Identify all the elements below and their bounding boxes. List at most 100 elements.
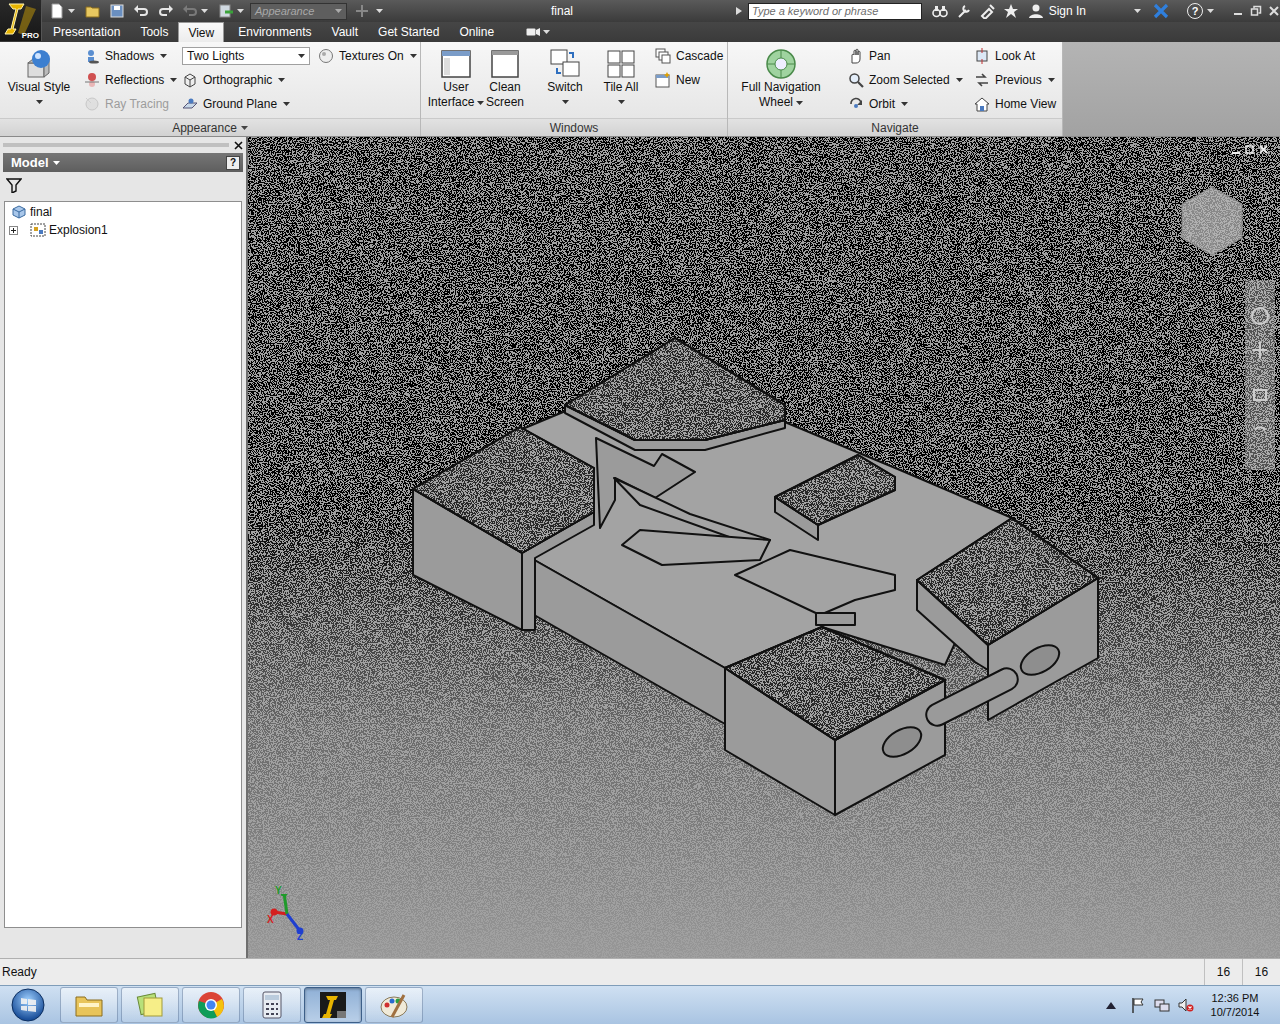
dropdown-arrow-icon[interactable] <box>283 102 290 106</box>
ribbon-large-button[interactable]: Full NavigationWheel <box>731 42 831 110</box>
paint-icon[interactable] <box>378 989 410 1021</box>
network-icon[interactable] <box>1154 997 1170 1013</box>
ribbon-large-button[interactable]: Tile All <box>593 42 649 110</box>
home-view-icon[interactable] <box>974 96 990 112</box>
panel-title[interactable]: Appearance <box>0 118 420 136</box>
ribbon-button-label[interactable]: Orbit <box>869 97 895 111</box>
undo-icon[interactable] <box>133 3 149 19</box>
appearance-combo[interactable]: Appearance <box>250 3 347 20</box>
dropdown-arrow-icon[interactable] <box>237 9 244 13</box>
dropdown-arrow-icon[interactable] <box>543 30 550 34</box>
ribbon-small-button[interactable]: New <box>655 68 727 92</box>
ribbon-button-label[interactable]: Interface <box>428 95 475 110</box>
ribbon-button-label[interactable]: Tile All <box>604 80 639 95</box>
browser-header[interactable]: Model? <box>3 153 243 172</box>
ribbon-small-button[interactable]: Look At <box>974 44 1062 68</box>
close-panel-icon[interactable] <box>234 141 243 150</box>
close-icon[interactable] <box>1268 5 1280 17</box>
lighting-combo[interactable]: Two Lights <box>182 44 316 68</box>
ribbon-button-label[interactable]: Pan <box>869 49 890 63</box>
ribbon-tab[interactable]: Environments <box>228 22 321 42</box>
ribbon-button-label[interactable]: Previous <box>995 73 1042 87</box>
dropdown-arrow-icon[interactable] <box>335 9 342 13</box>
ribbon-large-button[interactable]: CleanScreen <box>483 42 527 110</box>
graphics-viewport[interactable]: XYZ <box>246 137 1280 958</box>
ribbon-display-toggle[interactable] <box>526 22 550 42</box>
sign-in-link[interactable]: Sign In <box>1049 4 1086 18</box>
ribbon-button-label[interactable]: Ground Plane <box>203 97 277 111</box>
expand-toggle-icon[interactable] <box>9 226 18 235</box>
new-file-icon[interactable] <box>49 3 65 19</box>
ribbon-large-button[interactable]: Switch <box>537 42 593 110</box>
taskbar-button[interactable] <box>243 987 301 1023</box>
ribbon-small-button[interactable]: Home View <box>974 92 1062 116</box>
new-window-icon[interactable] <box>655 72 671 88</box>
volume-muted-icon[interactable] <box>1178 997 1194 1013</box>
wrench-icon[interactable] <box>956 3 972 19</box>
dropdown-arrow-icon[interactable] <box>53 161 60 165</box>
ribbon-button-label[interactable]: Orthographic <box>203 73 272 87</box>
dropdown-arrow-icon[interactable] <box>618 100 625 104</box>
combo-box[interactable]: Two Lights <box>182 47 310 65</box>
dropdown-arrow-icon[interactable] <box>562 100 569 104</box>
ribbon-tab[interactable]: View <box>178 22 224 42</box>
dropdown-arrow-icon[interactable] <box>1048 78 1055 82</box>
clock-date[interactable]: 10/7/2014 <box>1211 1005 1260 1019</box>
restore-icon[interactable] <box>1250 5 1262 17</box>
clock-time[interactable]: 12:36 PM <box>1211 991 1258 1005</box>
dropdown-arrow-icon[interactable] <box>477 101 484 105</box>
tree-node[interactable]: final <box>5 203 241 221</box>
dropdown-arrow-icon[interactable] <box>298 54 305 58</box>
dropdown-arrow-icon[interactable] <box>36 100 43 104</box>
ribbon-small-button[interactable]: Orbit <box>848 92 970 116</box>
user-icon[interactable] <box>1028 3 1044 19</box>
ribbon-button-label[interactable]: Ray Tracing <box>105 97 169 111</box>
help-button[interactable]: ? <box>1187 3 1203 19</box>
navigation-bar-icon[interactable] <box>1245 280 1275 470</box>
zoom-selected-icon[interactable] <box>848 72 864 88</box>
ribbon-small-button[interactable]: Reflections <box>84 68 182 92</box>
ribbon-small-button[interactable]: Pan <box>848 44 970 68</box>
look-at-icon[interactable] <box>974 48 990 64</box>
dropdown-arrow-icon[interactable] <box>201 9 208 13</box>
ribbon-tab[interactable]: Vault <box>322 22 368 42</box>
subscription-icon[interactable] <box>980 3 996 19</box>
explosion-icon[interactable] <box>30 222 46 238</box>
ribbon-small-button[interactable]: Zoom Selected <box>848 68 970 92</box>
add-icon[interactable] <box>354 3 370 19</box>
ribbon-large-button[interactable]: Visual Style <box>6 42 72 104</box>
taskbar-button[interactable] <box>182 987 240 1023</box>
ribbon-tab[interactable]: Get Started <box>368 22 449 42</box>
clock[interactable]: 12:36 PM10/7/2014 <box>1202 991 1268 1019</box>
visual-style-icon[interactable] <box>23 48 55 80</box>
dropdown-arrow-icon[interactable] <box>170 78 177 82</box>
open-folder-icon[interactable] <box>85 3 101 19</box>
ground-plane-icon[interactable] <box>182 96 198 112</box>
dropdown-arrow-icon[interactable] <box>956 78 963 82</box>
combo-value[interactable]: Two Lights <box>187 49 294 63</box>
user-interface-icon[interactable] <box>440 48 472 80</box>
ribbon-small-button[interactable]: Cascade <box>655 44 727 68</box>
ribbon-tab[interactable]: Online <box>449 22 504 42</box>
panel-title-label[interactable]: Windows <box>550 121 599 135</box>
ribbon-button-label[interactable]: Zoom Selected <box>869 73 950 87</box>
switch-window-icon[interactable] <box>549 48 581 80</box>
ribbon-button-label[interactable]: Screen <box>486 95 524 110</box>
dropdown-arrow-icon[interactable] <box>1134 9 1141 13</box>
ribbon-large-button[interactable]: UserInterface <box>429 42 483 110</box>
tree-node-label[interactable]: final <box>30 205 52 219</box>
taskbar-button[interactable] <box>304 987 362 1023</box>
panel-title-label[interactable]: Navigate <box>871 121 918 135</box>
undo-history-icon[interactable] <box>182 3 198 19</box>
ribbon-button-label[interactable]: Cascade <box>676 49 723 63</box>
favorites-star-icon[interactable] <box>1003 3 1019 19</box>
panel-title[interactable]: Windows <box>421 118 727 136</box>
save-icon[interactable] <box>109 3 125 19</box>
shadows-icon[interactable] <box>84 48 100 64</box>
dropdown-arrow-icon[interactable] <box>160 54 167 58</box>
ribbon-small-button[interactable]: Ray Tracing <box>84 92 182 116</box>
dropdown-arrow-icon[interactable] <box>1207 9 1214 13</box>
taskbar-button[interactable] <box>60 987 118 1023</box>
filter-icon[interactable] <box>6 177 22 193</box>
ribbon-button-label[interactable]: Home View <box>995 97 1056 111</box>
